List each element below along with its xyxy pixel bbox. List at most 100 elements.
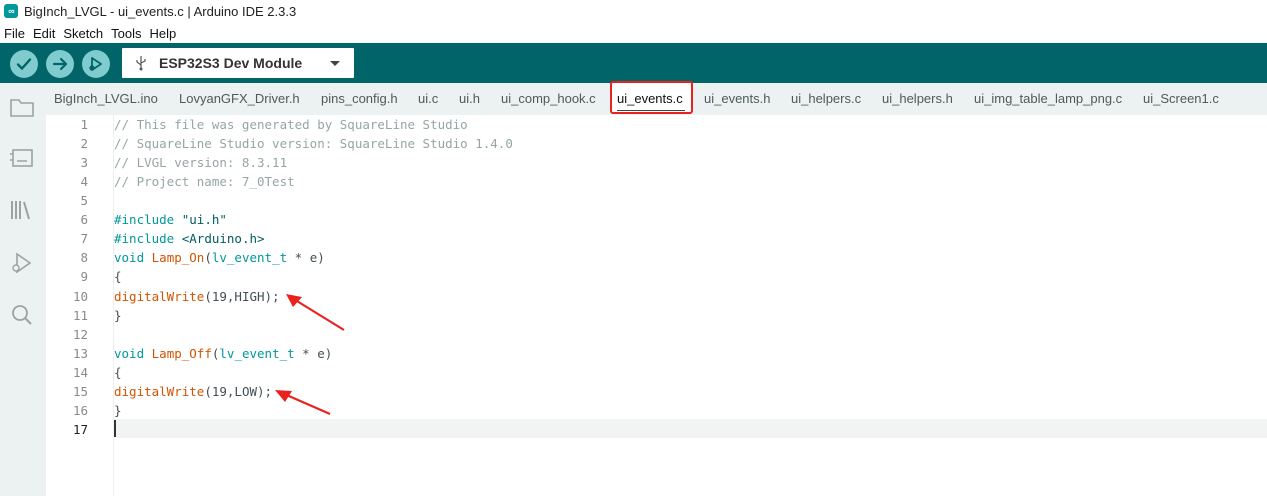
- code-text: // This file was generated by SquareLine…: [114, 115, 468, 134]
- arrow-right-icon: [52, 57, 68, 71]
- code-text: // LVGL version: 8.3.11: [114, 153, 287, 172]
- code-text: digitalWrite(19,LOW);: [114, 382, 272, 401]
- sketchbook-folder-icon[interactable]: [8, 93, 36, 121]
- code-line[interactable]: 15 digitalWrite(19,LOW);: [46, 382, 1267, 401]
- boards-manager-icon[interactable]: [8, 144, 36, 172]
- code-token: <Arduino.h>: [181, 231, 265, 247]
- code-text: {: [114, 363, 122, 382]
- code-text: }: [114, 306, 122, 325]
- line-number: 5: [80, 193, 88, 209]
- board-name: ESP32S3 Dev Module: [159, 55, 303, 71]
- code-token: #include: [114, 212, 175, 228]
- code-token: (: [204, 250, 212, 266]
- upload-button[interactable]: [46, 50, 74, 78]
- code-line[interactable]: 3 // LVGL version: 8.3.11: [46, 153, 1267, 172]
- code-line[interactable]: 4 // Project name: 7_0Test: [46, 172, 1267, 191]
- activity-sidebar: [0, 83, 46, 496]
- code-token: // SquareLine Studio version: SquareLine…: [114, 136, 513, 152]
- code-text: }: [114, 401, 122, 420]
- line-number: 13: [72, 345, 88, 361]
- code-token: // LVGL version: 8.3.11: [114, 155, 288, 171]
- code-line[interactable]: 5: [46, 191, 1267, 210]
- code-token: (19,LOW);: [204, 383, 273, 399]
- annotation-arrow-icon: [286, 294, 345, 331]
- board-selector[interactable]: ESP32S3 Dev Module: [122, 48, 354, 78]
- text-cursor: [114, 420, 116, 437]
- line-number: 14: [72, 364, 88, 380]
- code-line[interactable]: 8 void Lamp_On(lv_event_t * e): [46, 248, 1267, 267]
- code-token: // This file was generated by SquareLine…: [114, 117, 468, 132]
- debug-icon[interactable]: [8, 249, 36, 277]
- line-number: 4: [80, 174, 88, 190]
- menu-sketch[interactable]: Sketch: [63, 26, 103, 41]
- tab-biginch-lvgl-ino[interactable]: BigInch_LVGL.ino: [54, 91, 158, 106]
- tab-ui-helpers-c[interactable]: ui_helpers.c: [791, 91, 861, 106]
- menu-edit[interactable]: Edit: [33, 26, 55, 41]
- search-icon[interactable]: [8, 301, 36, 329]
- line-number: 9: [80, 269, 88, 285]
- code-line[interactable]: 14 {: [46, 363, 1267, 382]
- line-number: 12: [72, 326, 88, 342]
- menu-file[interactable]: File: [4, 26, 25, 41]
- line-number: 8: [80, 250, 88, 266]
- code-token: Lamp_On: [151, 250, 205, 266]
- usb-icon: [133, 55, 149, 71]
- toolbar: ESP32S3 Dev Module: [0, 43, 1267, 83]
- code-token: void: [114, 250, 145, 266]
- tab-ui-h[interactable]: ui.h: [459, 91, 480, 106]
- window-title: BigInch_LVGL - ui_events.c | Arduino IDE…: [24, 3, 297, 19]
- tab-ui-screen1-c[interactable]: ui_Screen1.c: [1143, 91, 1219, 106]
- code-token: "ui.h": [181, 212, 227, 228]
- debug-icon: [89, 57, 102, 71]
- code-token: digitalWrite: [114, 383, 205, 399]
- line-number: 11: [72, 307, 88, 323]
- chevron-down-icon: [330, 60, 340, 66]
- verify-button[interactable]: [10, 50, 38, 78]
- code-token: * e): [294, 345, 333, 361]
- code-token: digitalWrite: [114, 288, 205, 304]
- tab-pins-config-h[interactable]: pins_config.h: [321, 91, 398, 106]
- code-token: void: [114, 345, 145, 361]
- title-bar: ∞ BigInch_LVGL - ui_events.c | Arduino I…: [0, 0, 1267, 22]
- code-line[interactable]: 2 // SquareLine Studio version: SquareLin…: [46, 134, 1267, 153]
- annotation-arrow-icon: [275, 390, 331, 416]
- code-line[interactable]: 10 digitalWrite(19,HIGH);: [46, 287, 1267, 306]
- line-number: 17: [72, 421, 88, 437]
- code-line[interactable]: 6 #include "ui.h": [46, 210, 1267, 229]
- debug-button[interactable]: [82, 50, 110, 78]
- menu-help[interactable]: Help: [149, 26, 176, 41]
- code-line[interactable]: 12: [46, 325, 1267, 344]
- code-line[interactable]: 16}: [46, 401, 1267, 420]
- tab-ui-helpers-h[interactable]: ui_helpers.h: [882, 91, 953, 106]
- library-manager-icon[interactable]: [8, 196, 36, 224]
- code-token: lv_event_t: [211, 250, 288, 266]
- code-line[interactable]: 7 #include <Arduino.h>: [46, 229, 1267, 248]
- code-text: // SquareLine Studio version: SquareLine…: [114, 134, 513, 153]
- code-line[interactable]: 1 // This file was generated by SquareLin…: [46, 115, 1267, 134]
- tab-lovyangfx-driver-h[interactable]: LovyanGFX_Driver.h: [179, 91, 300, 106]
- code-token: }: [114, 307, 122, 323]
- check-icon: [16, 58, 32, 70]
- code-token: }: [114, 402, 122, 418]
- tab-ui-comp-hook-c[interactable]: ui_comp_hook.c: [501, 91, 596, 106]
- code-line[interactable]: 9{: [46, 267, 1267, 286]
- code-line[interactable]: 11}: [46, 306, 1267, 325]
- code-token: lv_event_t: [219, 345, 295, 361]
- tab-ui-c[interactable]: ui.c: [418, 91, 438, 106]
- tab-ui-img-table-lamp-png-c[interactable]: ui_img_table_lamp_png.c: [974, 91, 1122, 106]
- code-text: // Project name: 7_0Test: [114, 172, 295, 191]
- line-number: 10: [72, 288, 88, 304]
- menu-tools[interactable]: Tools: [111, 26, 141, 41]
- code-line[interactable]: 17: [46, 420, 1267, 439]
- tab-ui-events-h[interactable]: ui_events.h: [704, 91, 771, 106]
- code-text: digitalWrite(19,HIGH);: [114, 287, 280, 306]
- line-number: 6: [80, 212, 88, 228]
- line-number: 15: [72, 383, 88, 399]
- code-line[interactable]: 13 void Lamp_Off(lv_event_t * e): [46, 344, 1267, 363]
- code-text: {: [114, 267, 122, 286]
- code-token: {: [114, 269, 122, 285]
- tab-ui-events-c[interactable]: ui_events.c: [617, 91, 683, 106]
